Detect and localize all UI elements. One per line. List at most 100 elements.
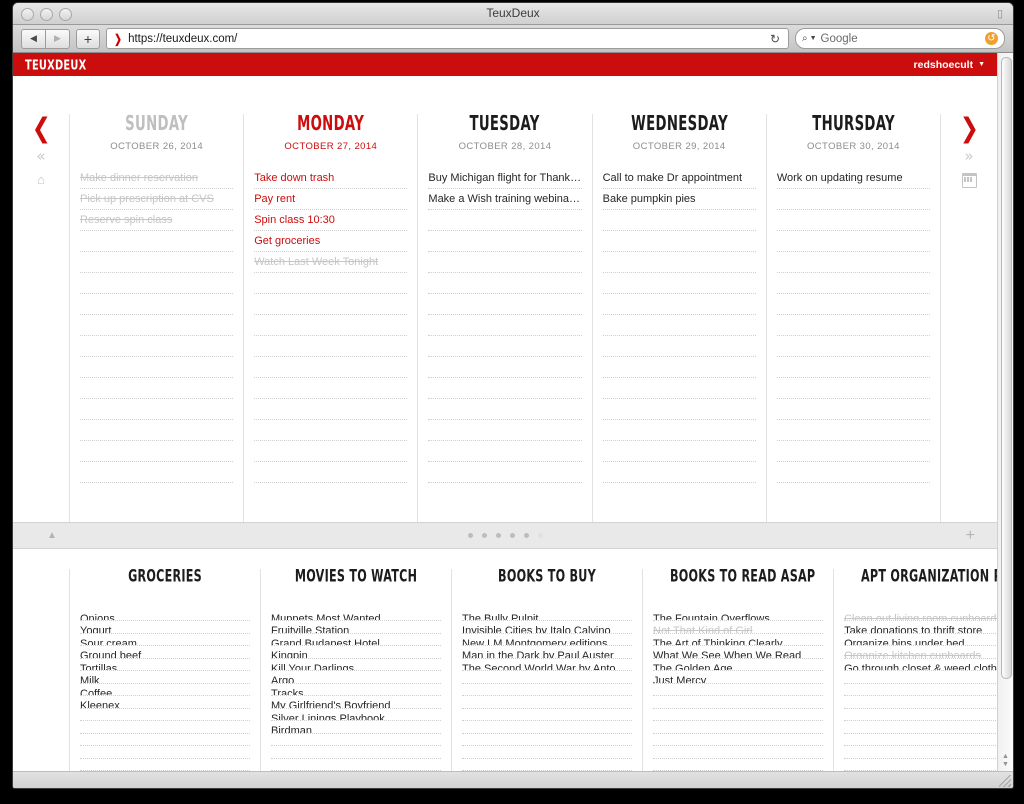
todo-empty-slot[interactable] bbox=[428, 210, 582, 231]
pagination-dot[interactable] bbox=[537, 533, 543, 538]
todo-item[interactable]: Spin class 10:30 bbox=[254, 210, 408, 231]
todo-empty-slot[interactable] bbox=[80, 315, 234, 336]
todo-item[interactable]: Pay rent bbox=[254, 189, 408, 210]
list-item[interactable]: Kleenex bbox=[80, 696, 251, 709]
todo-empty-slot[interactable] bbox=[80, 441, 234, 462]
todo-empty-slot[interactable] bbox=[602, 210, 756, 231]
todo-empty-slot[interactable] bbox=[80, 273, 234, 294]
list-empty-slot[interactable] bbox=[844, 721, 997, 734]
todo-empty-slot[interactable] bbox=[80, 231, 234, 252]
todo-item[interactable]: Watch Last Week Tonight bbox=[254, 252, 408, 273]
list-item[interactable]: The Fountain Overflows bbox=[653, 609, 824, 622]
add-list-button[interactable]: + bbox=[966, 527, 975, 544]
teuxdeux-logo[interactable]: TEUXDEUX bbox=[25, 57, 86, 73]
todo-empty-slot[interactable] bbox=[428, 315, 582, 336]
todo-empty-slot[interactable] bbox=[602, 315, 756, 336]
list-empty-slot[interactable] bbox=[653, 709, 824, 722]
previous-week-arrow-icon[interactable]: ❮ bbox=[31, 115, 50, 142]
todo-empty-slot[interactable] bbox=[602, 420, 756, 441]
todo-empty-slot[interactable] bbox=[428, 462, 582, 483]
list-empty-slot[interactable] bbox=[80, 709, 251, 722]
list-item[interactable]: The Second World War by Antony ... bbox=[462, 659, 633, 672]
todo-empty-slot[interactable] bbox=[254, 462, 408, 483]
restore-icon[interactable]: ↺ bbox=[985, 32, 998, 45]
list-item[interactable]: Muppets Most Wanted bbox=[271, 609, 442, 622]
todo-empty-slot[interactable] bbox=[776, 462, 931, 483]
list-empty-slot[interactable] bbox=[844, 746, 997, 759]
list-item[interactable]: Ground beef bbox=[80, 646, 251, 659]
list-item[interactable]: Milk bbox=[80, 671, 251, 684]
todo-empty-slot[interactable] bbox=[776, 357, 931, 378]
todo-empty-slot[interactable] bbox=[776, 378, 931, 399]
todo-item[interactable]: Pick up prescription at CVS bbox=[80, 189, 234, 210]
reload-icon[interactable]: ↻ bbox=[770, 32, 782, 46]
list-item[interactable]: The Art of Thinking Clearly bbox=[653, 634, 824, 647]
todo-item[interactable]: Call to make Dr appointment bbox=[602, 168, 756, 189]
list-item[interactable]: Invisible Cities by Italo Calvino bbox=[462, 621, 633, 634]
back-button[interactable]: ◀ bbox=[21, 28, 46, 49]
list-empty-slot[interactable] bbox=[271, 746, 442, 759]
todo-empty-slot[interactable] bbox=[776, 252, 931, 273]
home-icon[interactable]: ⌂ bbox=[37, 173, 45, 186]
list-item[interactable]: Organize bins under bed bbox=[844, 634, 997, 647]
list-item[interactable]: What We See When We Read bbox=[653, 646, 824, 659]
list-empty-slot[interactable] bbox=[653, 696, 824, 709]
list-empty-slot[interactable] bbox=[653, 721, 824, 734]
todo-empty-slot[interactable] bbox=[254, 273, 408, 294]
todo-empty-slot[interactable] bbox=[80, 462, 234, 483]
todo-empty-slot[interactable] bbox=[602, 252, 756, 273]
todo-empty-slot[interactable] bbox=[80, 336, 234, 357]
list-item[interactable]: Fruitville Station bbox=[271, 621, 442, 634]
list-item[interactable]: Clean out living room cupboards bbox=[844, 609, 997, 622]
todo-empty-slot[interactable] bbox=[602, 462, 756, 483]
list-empty-slot[interactable] bbox=[462, 671, 633, 684]
list-empty-slot[interactable] bbox=[844, 696, 997, 709]
list-empty-slot[interactable] bbox=[844, 734, 997, 747]
todo-empty-slot[interactable] bbox=[776, 294, 931, 315]
list-item[interactable]: Grand Budapest Hotel bbox=[271, 634, 442, 647]
todo-empty-slot[interactable] bbox=[602, 294, 756, 315]
list-empty-slot[interactable] bbox=[271, 759, 442, 771]
list-item[interactable]: Tortillas bbox=[80, 659, 251, 672]
todo-empty-slot[interactable] bbox=[80, 399, 234, 420]
todo-empty-slot[interactable] bbox=[776, 210, 931, 231]
list-item[interactable]: Tracks bbox=[271, 684, 442, 697]
pagination-dot[interactable] bbox=[509, 533, 515, 538]
list-item[interactable]: The Golden Age bbox=[653, 659, 824, 672]
list-item[interactable]: Just Mercy bbox=[653, 671, 824, 684]
list-item[interactable]: New LM Montgomery editions bbox=[462, 634, 633, 647]
todo-empty-slot[interactable] bbox=[776, 189, 931, 210]
todo-empty-slot[interactable] bbox=[254, 420, 408, 441]
list-item[interactable]: Kingpin bbox=[271, 646, 442, 659]
todo-item[interactable]: Reserve spin class bbox=[80, 210, 234, 231]
list-empty-slot[interactable] bbox=[271, 734, 442, 747]
jump-forward-icon[interactable]: » bbox=[964, 148, 973, 164]
list-empty-slot[interactable] bbox=[80, 759, 251, 771]
todo-empty-slot[interactable] bbox=[428, 357, 582, 378]
list-empty-slot[interactable] bbox=[80, 746, 251, 759]
scrollbar-arrows[interactable]: ▲ ▼ bbox=[998, 753, 1013, 769]
todo-empty-slot[interactable] bbox=[428, 399, 582, 420]
list-item[interactable]: Not That Kind of Girl bbox=[653, 621, 824, 634]
list-empty-slot[interactable] bbox=[844, 709, 997, 722]
todo-empty-slot[interactable] bbox=[254, 315, 408, 336]
todo-item[interactable]: Take down trash bbox=[254, 168, 408, 189]
list-empty-slot[interactable] bbox=[844, 759, 997, 771]
todo-empty-slot[interactable] bbox=[428, 294, 582, 315]
list-empty-slot[interactable] bbox=[462, 746, 633, 759]
list-item[interactable]: Organize kitchen cupboards bbox=[844, 646, 997, 659]
pagination-dot[interactable] bbox=[495, 533, 501, 538]
todo-empty-slot[interactable] bbox=[428, 336, 582, 357]
list-empty-slot[interactable] bbox=[653, 746, 824, 759]
calendar-icon[interactable] bbox=[961, 172, 977, 188]
url-bar[interactable]: ❯ https://teuxdeux.com/ ↻ bbox=[106, 28, 789, 49]
todo-empty-slot[interactable] bbox=[254, 378, 408, 399]
list-item[interactable]: Go through closet & weed clothing bbox=[844, 659, 997, 672]
todo-empty-slot[interactable] bbox=[254, 441, 408, 462]
account-menu[interactable]: redshoecult ▼ bbox=[914, 59, 985, 71]
todo-empty-slot[interactable] bbox=[602, 336, 756, 357]
todo-empty-slot[interactable] bbox=[776, 399, 931, 420]
list-item[interactable]: Birdman bbox=[271, 721, 442, 734]
list-item[interactable]: Man in the Dark by Paul Auster bbox=[462, 646, 633, 659]
todo-item[interactable]: Bake pumpkin pies bbox=[602, 189, 756, 210]
